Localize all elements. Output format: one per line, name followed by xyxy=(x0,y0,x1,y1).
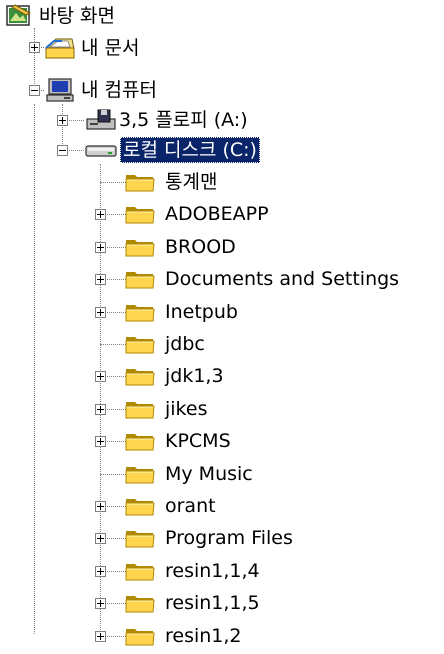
folder-icon xyxy=(124,558,156,584)
tree-guide xyxy=(100,474,126,475)
my-computer-icon xyxy=(44,77,78,103)
tree-node-label: orant xyxy=(165,495,216,517)
tree-node-desktop[interactable]: 바탕 화면 xyxy=(0,0,200,32)
tree-node-folder[interactable]: jdbc xyxy=(124,328,434,360)
tree-node-my-documents[interactable]: 내 문서 xyxy=(44,32,244,64)
tree-node-folder[interactable]: Documents and Settings xyxy=(124,263,434,295)
desktop-icon xyxy=(4,3,34,29)
tree-node-label: jdk1,3 xyxy=(165,365,224,387)
tree-node-folder[interactable]: My Music xyxy=(124,458,434,490)
tree-node-my-computer[interactable]: 내 컴퓨터 xyxy=(44,74,244,106)
folder-icon xyxy=(124,299,156,325)
folder-icon xyxy=(124,525,156,551)
expand-toggle[interactable] xyxy=(95,274,106,285)
my-documents-icon xyxy=(44,35,78,61)
tree-node-label: My Music xyxy=(165,463,253,485)
tree-node-label: resin1,1,4 xyxy=(165,560,260,582)
tree-node-folder[interactable]: resin1,1,4 xyxy=(124,555,434,587)
selected-tree-label: 로컬 디스크 (C:) xyxy=(120,137,260,163)
expand-toggle[interactable] xyxy=(95,404,106,415)
expand-toggle[interactable] xyxy=(95,307,106,318)
expand-toggle[interactable] xyxy=(95,501,106,512)
tree-node-label: Program Files xyxy=(165,527,293,549)
folder-icon xyxy=(124,234,156,260)
folder-icon xyxy=(124,331,156,357)
tree-node-label: KPCMS xyxy=(165,430,231,452)
folder-icon xyxy=(124,201,156,227)
folder-icon xyxy=(124,363,156,389)
expand-toggle[interactable] xyxy=(57,115,68,126)
folder-icon xyxy=(124,493,156,519)
tree-node-label: jikes xyxy=(165,398,208,420)
tree-node-label: Documents and Settings xyxy=(165,268,400,290)
expand-toggle[interactable] xyxy=(95,436,106,447)
tree-node-local-disk-c[interactable]: 로컬 디스크 (C:) xyxy=(84,134,344,166)
tree-guide xyxy=(100,344,126,345)
tree-node-label: 통계맨 xyxy=(165,171,218,193)
tree-node-label: ADOBEAPP xyxy=(165,203,269,225)
expand-toggle[interactable] xyxy=(95,209,106,220)
folder-icon xyxy=(124,266,156,292)
tree-node-folder[interactable]: jikes xyxy=(124,393,434,425)
tree-node-label: 내 문서 xyxy=(81,37,140,59)
folder-icon xyxy=(124,428,156,454)
tree-node-label: 내 컴퓨터 xyxy=(81,79,157,101)
folder-tree: 바탕 화면 내 문서 내 컴퓨터 3,5 플로피 (A:) 로컬 디스크 (C:… xyxy=(0,0,444,648)
tree-node-label: BROOD xyxy=(165,236,236,258)
tree-node-folder[interactable]: Inetpub xyxy=(124,296,434,328)
expand-toggle[interactable] xyxy=(95,598,106,609)
tree-node-folder[interactable]: Program Files xyxy=(124,522,434,554)
tree-node-label: Inetpub xyxy=(165,301,238,323)
expand-toggle[interactable] xyxy=(95,533,106,544)
tree-node-label: resin1,1,5 xyxy=(165,592,260,614)
tree-node-label: 바탕 화면 xyxy=(39,5,115,27)
expand-toggle[interactable] xyxy=(95,242,106,253)
tree-node-folder[interactable]: jdk1,3 xyxy=(124,360,434,392)
collapse-toggle[interactable] xyxy=(57,145,68,156)
floppy-drive-icon xyxy=(84,107,118,133)
folder-icon xyxy=(124,396,156,422)
tree-node-folder[interactable]: 통계맨 xyxy=(124,166,434,198)
folder-icon xyxy=(124,623,156,649)
hard-drive-icon xyxy=(84,137,118,163)
tree-guide xyxy=(34,28,35,88)
expand-toggle[interactable] xyxy=(29,42,40,53)
tree-node-folder[interactable]: ADOBEAPP xyxy=(124,198,434,230)
tree-guide xyxy=(100,182,126,183)
folder-icon xyxy=(124,461,156,487)
tree-node-folder[interactable]: orant xyxy=(124,490,434,522)
expand-toggle[interactable] xyxy=(95,371,106,382)
folder-icon xyxy=(124,169,156,195)
tree-guide xyxy=(100,164,101,634)
tree-node-label: resin1,2 xyxy=(165,625,242,647)
collapse-toggle[interactable] xyxy=(29,85,40,96)
folder-icon xyxy=(124,590,156,616)
tree-node-folder[interactable]: BROOD xyxy=(124,231,434,263)
expand-toggle[interactable] xyxy=(95,566,106,577)
tree-node-folder[interactable]: KPCMS xyxy=(124,425,434,457)
tree-node-label: 3,5 플로피 (A:) xyxy=(119,109,248,131)
tree-guide xyxy=(34,104,35,634)
tree-node-floppy-drive[interactable]: 3,5 플로피 (A:) xyxy=(84,104,284,136)
tree-node-folder[interactable]: resin1,1,5 xyxy=(124,587,434,619)
expand-toggle[interactable] xyxy=(95,631,106,642)
tree-node-label: jdbc xyxy=(165,333,205,355)
tree-node-folder[interactable]: resin1,2 xyxy=(124,620,434,652)
